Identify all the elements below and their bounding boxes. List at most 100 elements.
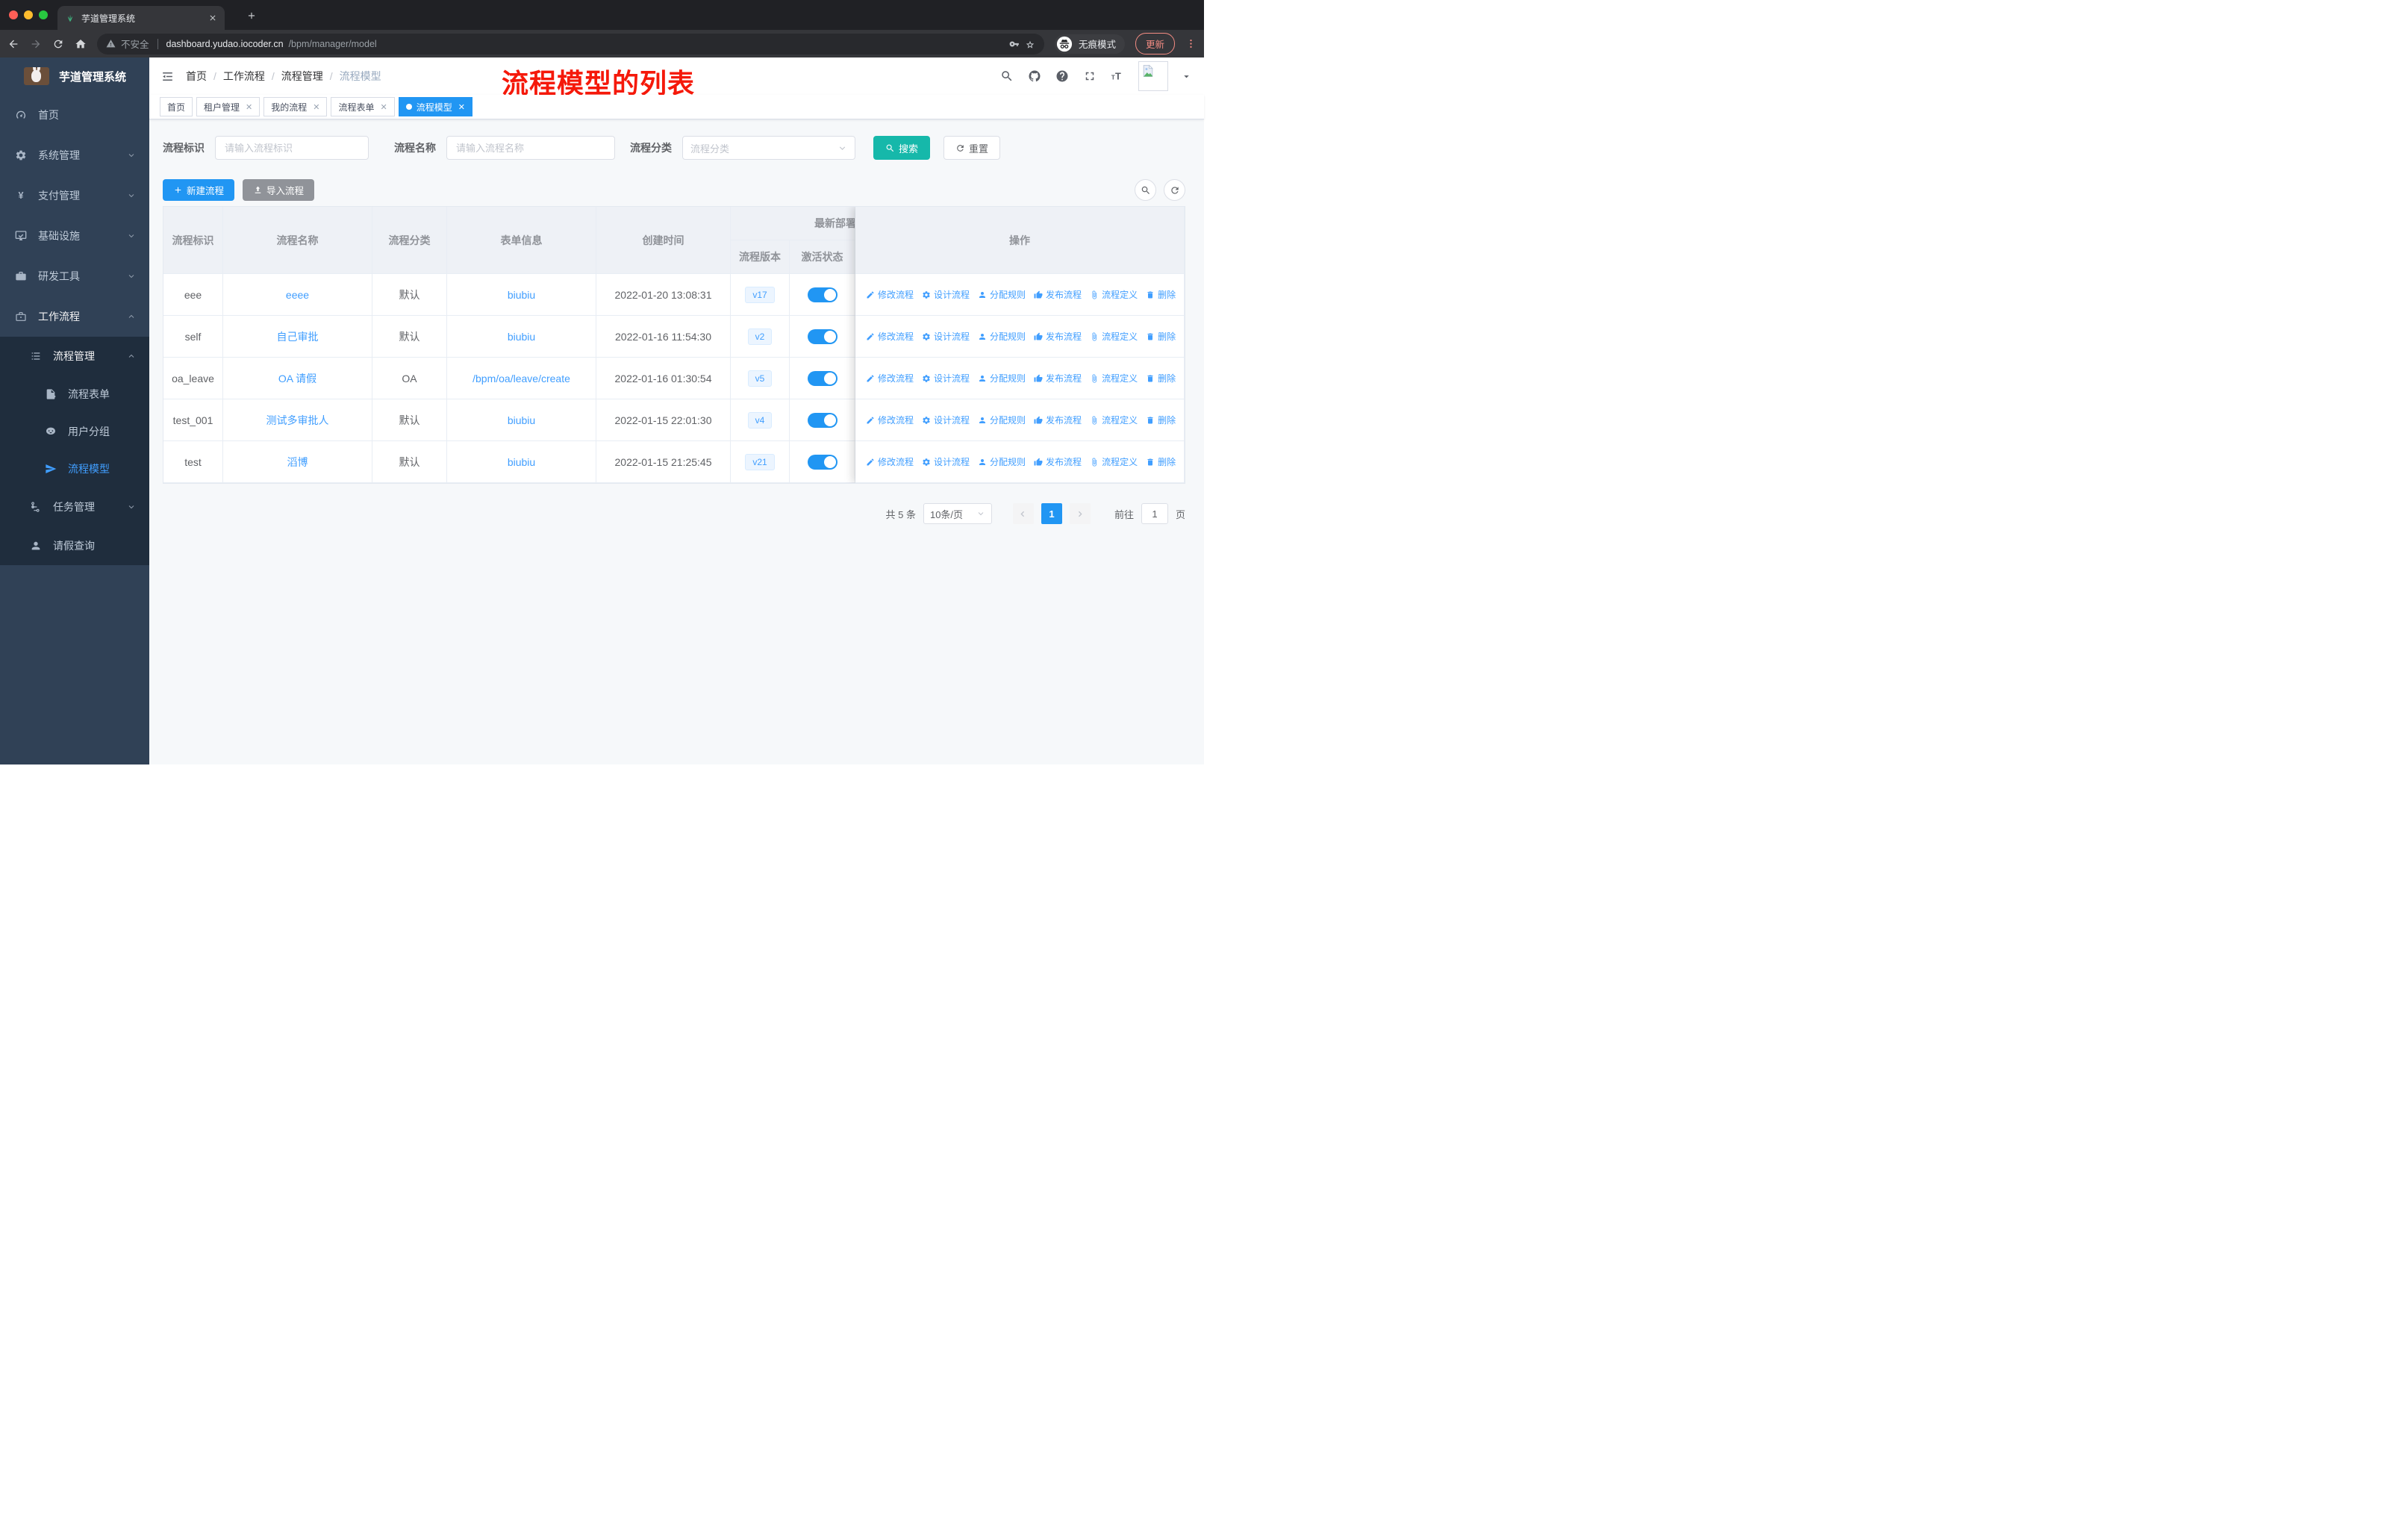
action-delete-link[interactable]: 删除 xyxy=(1146,455,1176,468)
action-modify-link[interactable]: 修改流程 xyxy=(866,330,914,343)
action-publish-link[interactable]: 发布流程 xyxy=(1034,414,1082,426)
action-design-link[interactable]: 设计流程 xyxy=(922,372,970,384)
breadcrumb-item-home[interactable]: 首页 xyxy=(186,69,207,84)
sidebar-item-infrastructure[interactable]: 基础设施 xyxy=(0,216,149,256)
minimize-window-button[interactable] xyxy=(24,10,33,19)
action-delete-link[interactable]: 删除 xyxy=(1146,372,1176,384)
action-definition-link[interactable]: 流程定义 xyxy=(1090,372,1138,384)
action-assign-link[interactable]: 分配规则 xyxy=(978,455,1026,468)
action-definition-link[interactable]: 流程定义 xyxy=(1090,455,1138,468)
sidebar-item-user-group[interactable]: 用户分组 xyxy=(0,413,149,450)
refresh-table-button[interactable] xyxy=(1164,179,1185,201)
version-badge[interactable]: v21 xyxy=(745,453,775,470)
action-design-link[interactable]: 设计流程 xyxy=(922,414,970,426)
address-bar[interactable]: 不安全 dashboard.yudao.iocoder.cn/bpm/manag… xyxy=(97,33,1044,55)
next-page-button[interactable] xyxy=(1069,503,1091,524)
process-name-link[interactable]: 测试多审批人 xyxy=(266,413,329,428)
github-icon[interactable] xyxy=(1028,69,1041,83)
browser-menu-dots-icon[interactable] xyxy=(1185,38,1197,49)
form-info-link[interactable]: biubiu xyxy=(508,289,535,301)
breadcrumb-item-process-mgmt[interactable]: 流程管理 xyxy=(281,69,323,84)
reset-button[interactable]: 重置 xyxy=(943,136,1001,160)
form-info-link[interactable]: biubiu xyxy=(508,414,535,426)
goto-page-input[interactable] xyxy=(1141,503,1168,524)
sidebar-item-workflow[interactable]: 工作流程 xyxy=(0,296,149,337)
process-name-link[interactable]: 自己审批 xyxy=(277,329,319,344)
show-search-button[interactable] xyxy=(1135,179,1156,201)
prev-page-button[interactable] xyxy=(1012,503,1034,524)
avatar[interactable] xyxy=(1138,61,1168,91)
process-name-input[interactable] xyxy=(446,136,615,160)
tab-my-process[interactable]: 我的流程 ✕ xyxy=(263,97,328,116)
back-button[interactable] xyxy=(7,38,19,50)
category-select[interactable]: 流程分类 xyxy=(682,136,855,160)
tab-close-icon[interactable] xyxy=(208,13,217,22)
version-badge[interactable]: v2 xyxy=(747,328,773,345)
action-assign-link[interactable]: 分配规则 xyxy=(978,414,1026,426)
bookmark-star-icon[interactable] xyxy=(1025,39,1035,49)
tab-home[interactable]: 首页 xyxy=(160,97,193,116)
logo[interactable]: 芋道管理系统 xyxy=(0,57,149,95)
action-publish-link[interactable]: 发布流程 xyxy=(1034,455,1082,468)
sidebar-item-process-model[interactable]: 流程模型 xyxy=(0,450,149,488)
sidebar-item-process-form[interactable]: 流程表单 xyxy=(0,376,149,413)
avatar-caret-down-icon[interactable] xyxy=(1182,72,1191,81)
action-design-link[interactable]: 设计流程 xyxy=(922,288,970,301)
sidebar-item-dev-tools[interactable]: 研发工具 xyxy=(0,256,149,296)
process-key-input[interactable] xyxy=(215,136,369,160)
action-design-link[interactable]: 设计流程 xyxy=(922,330,970,343)
tab-tenant-mgmt[interactable]: 租户管理 ✕ xyxy=(196,97,261,116)
action-delete-link[interactable]: 删除 xyxy=(1146,414,1176,426)
page-size-select[interactable]: 10条/页 xyxy=(923,503,992,524)
close-icon[interactable]: ✕ xyxy=(246,102,252,112)
new-tab-button[interactable] xyxy=(246,10,257,21)
fullscreen-icon[interactable] xyxy=(1083,69,1097,83)
action-modify-link[interactable]: 修改流程 xyxy=(866,455,914,468)
form-info-link[interactable]: biubiu xyxy=(508,456,535,468)
action-definition-link[interactable]: 流程定义 xyxy=(1090,288,1138,301)
browser-tab[interactable]: 芋道管理系统 xyxy=(57,6,225,30)
active-toggle[interactable] xyxy=(807,328,838,344)
action-publish-link[interactable]: 发布流程 xyxy=(1034,288,1082,301)
reload-button[interactable] xyxy=(52,38,64,50)
action-publish-link[interactable]: 发布流程 xyxy=(1034,330,1082,343)
help-icon[interactable] xyxy=(1055,69,1069,83)
active-toggle[interactable] xyxy=(807,412,838,428)
search-button[interactable]: 搜索 xyxy=(873,136,931,160)
form-info-link[interactable]: /bpm/oa/leave/create xyxy=(472,373,570,384)
create-process-button[interactable]: 新建流程 xyxy=(163,179,235,201)
version-badge[interactable]: v17 xyxy=(745,286,775,303)
process-name-link[interactable]: eeee xyxy=(286,289,309,301)
active-toggle[interactable] xyxy=(807,454,838,470)
action-modify-link[interactable]: 修改流程 xyxy=(866,414,914,426)
zoom-window-button[interactable] xyxy=(39,10,48,19)
sidebar-item-payment-mgmt[interactable]: ¥ 支付管理 xyxy=(0,175,149,216)
hamburger-icon[interactable] xyxy=(149,69,186,84)
action-assign-link[interactable]: 分配规则 xyxy=(978,330,1026,343)
import-process-button[interactable]: 导入流程 xyxy=(243,179,315,201)
active-toggle[interactable] xyxy=(807,370,838,386)
action-assign-link[interactable]: 分配规则 xyxy=(978,288,1026,301)
current-page-button[interactable]: 1 xyxy=(1041,503,1062,524)
form-info-link[interactable]: biubiu xyxy=(508,331,535,343)
version-badge[interactable]: v5 xyxy=(747,370,773,387)
tab-process-form[interactable]: 流程表单 ✕ xyxy=(331,97,395,116)
update-button[interactable]: 更新 xyxy=(1135,33,1175,55)
action-design-link[interactable]: 设计流程 xyxy=(922,455,970,468)
password-key-icon[interactable] xyxy=(1009,39,1020,49)
action-definition-link[interactable]: 流程定义 xyxy=(1090,414,1138,426)
search-icon[interactable] xyxy=(1000,69,1014,83)
process-name-link[interactable]: OA 请假 xyxy=(278,371,316,386)
close-icon[interactable]: ✕ xyxy=(458,102,465,112)
font-size-icon[interactable]: TT xyxy=(1111,69,1124,83)
action-delete-link[interactable]: 删除 xyxy=(1146,288,1176,301)
action-modify-link[interactable]: 修改流程 xyxy=(866,372,914,384)
sidebar-item-process-mgmt[interactable]: 流程管理 xyxy=(0,337,149,376)
sidebar-item-leave-query[interactable]: 请假查询 xyxy=(0,526,149,565)
action-modify-link[interactable]: 修改流程 xyxy=(866,288,914,301)
close-icon[interactable]: ✕ xyxy=(313,102,319,112)
forward-button[interactable] xyxy=(30,38,42,50)
process-name-link[interactable]: 滔博 xyxy=(287,455,308,470)
version-badge[interactable]: v4 xyxy=(747,411,773,429)
close-icon[interactable]: ✕ xyxy=(381,102,387,112)
